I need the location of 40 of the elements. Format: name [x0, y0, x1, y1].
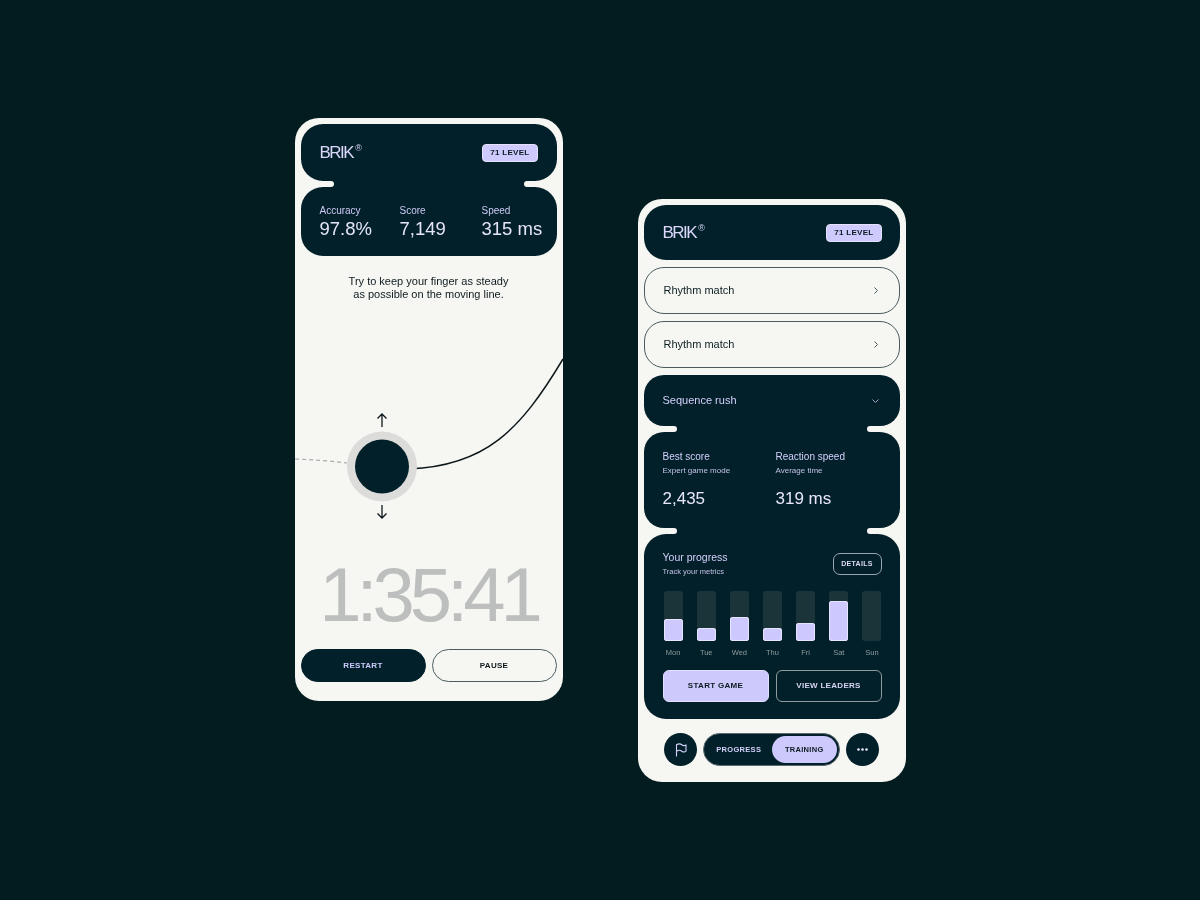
stat-caption: Average time	[775, 466, 824, 476]
logo: BRIK$^{®}$	[662, 224, 705, 241]
game-list-item[interactable]: Sequence rush	[643, 375, 900, 426]
stat-label: Accuracy	[319, 205, 362, 217]
stat-label: Reaction speed	[775, 451, 846, 463]
drag-handle[interactable]	[346, 431, 417, 502]
level-badge: 71 LEVEL	[482, 143, 538, 162]
flag-button[interactable]	[664, 733, 697, 766]
game-title: Sequence rush	[662, 393, 737, 409]
logo: BRIK$^{®}$	[319, 144, 362, 161]
stat-value: 319 ms	[775, 489, 833, 509]
chevron-down-icon	[871, 398, 879, 403]
game-title: Rhythm match	[663, 283, 735, 299]
more-icon	[857, 748, 868, 751]
chevron-right-icon	[873, 341, 878, 348]
view-leaders-button[interactable]: VIEW LEADERS	[775, 670, 882, 702]
more-button[interactable]	[846, 733, 879, 766]
bar-track	[862, 591, 882, 641]
instruction-text: Try to keep your finger as steady as possible on the moving line.	[348, 275, 509, 301]
game-title: Rhythm match	[663, 337, 735, 353]
stat-value: 97.8%	[319, 218, 373, 240]
stat-label: Best score	[662, 451, 711, 463]
section-title: Your progress	[662, 551, 728, 564]
stat-value: 7,149	[399, 218, 447, 240]
stat-label: Score	[399, 205, 427, 217]
flag-icon	[674, 742, 687, 757]
game-list-item[interactable]: Rhythm match	[643, 321, 900, 368]
start-game-button[interactable]: START GAME	[662, 670, 769, 702]
stat-value: 2,435	[662, 489, 707, 509]
stat-caption: Expert game mode	[662, 466, 732, 476]
trail-line	[294, 458, 348, 464]
restart-button[interactable]: RESTART	[300, 649, 426, 682]
stat-value: 315 ms	[481, 218, 544, 240]
level-badge: 71 LEVEL	[826, 223, 882, 242]
chevron-right-icon	[873, 287, 878, 294]
game-list-item[interactable]: Rhythm match	[643, 267, 900, 314]
stat-label: Speed	[481, 205, 512, 217]
timer-text: 1:35:41	[319, 557, 538, 633]
up-arrow-icon	[376, 413, 387, 428]
down-arrow-icon	[376, 504, 387, 519]
